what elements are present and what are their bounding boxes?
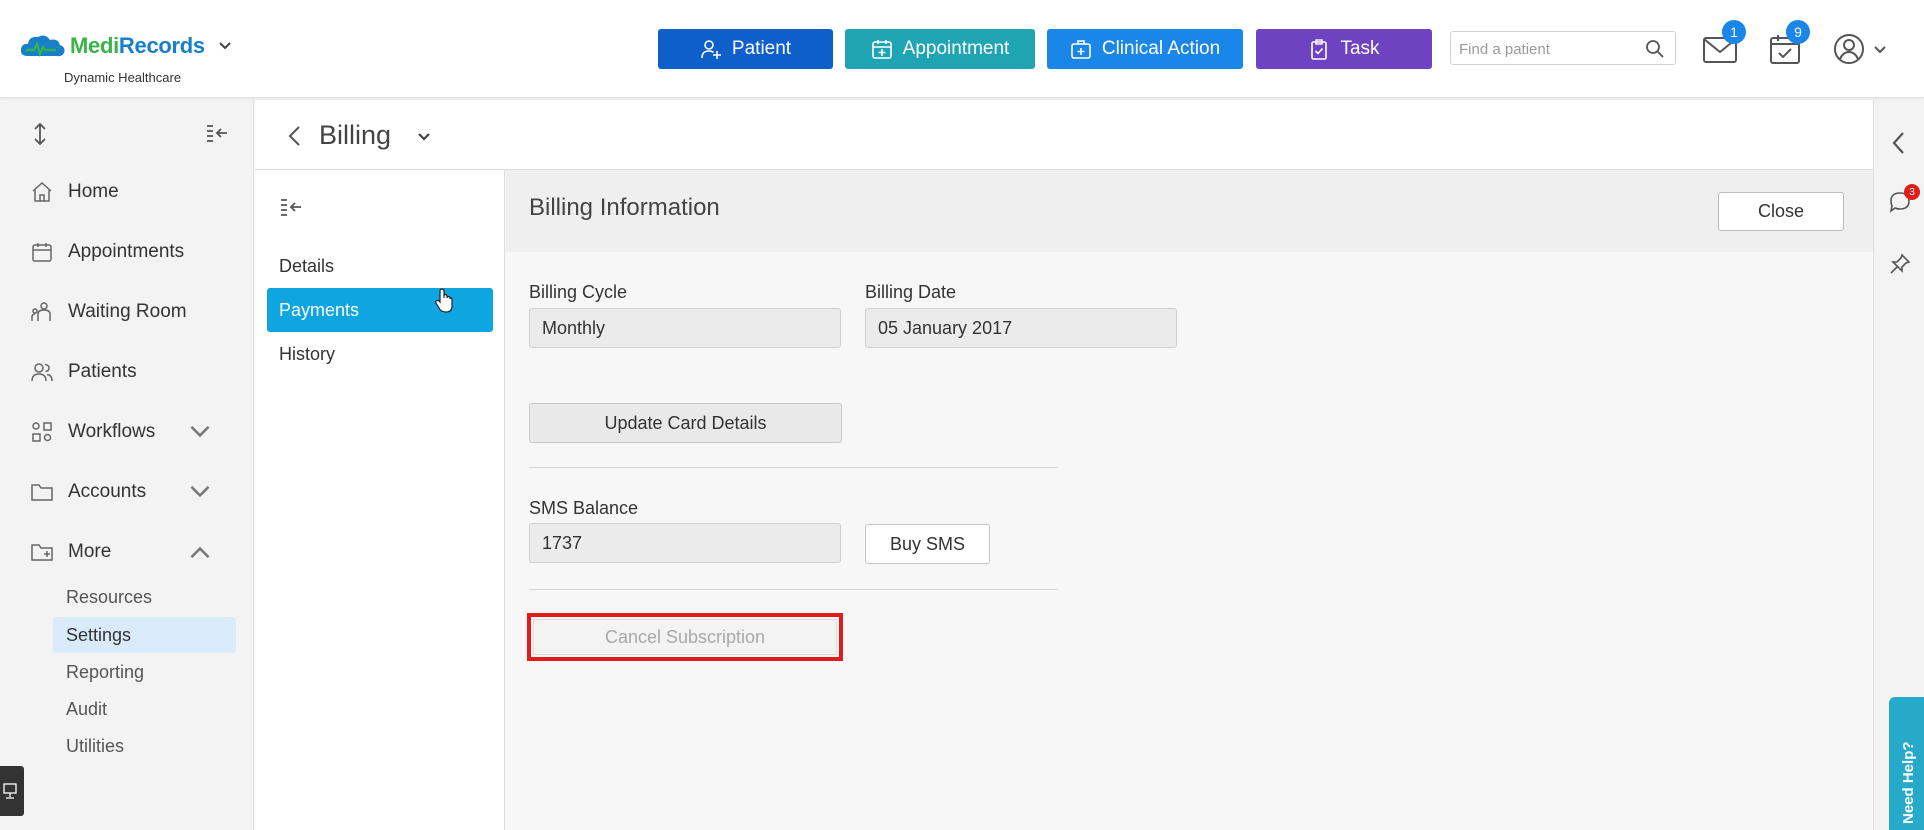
collapse-sidebar-icon[interactable] <box>205 122 229 144</box>
cloud-logo-icon <box>20 35 65 58</box>
cancel-subscription-button[interactable]: Cancel Subscription <box>533 619 837 655</box>
billing-date-label: Billing Date <box>865 282 957 302</box>
calendar-count-badge: 9 <box>1786 20 1810 44</box>
chevron-down-icon[interactable] <box>217 38 233 54</box>
search-input[interactable] <box>1459 38 1639 60</box>
chevron-down-icon <box>190 485 210 498</box>
sidebar-item-workflows[interactable]: Workflows <box>30 420 230 444</box>
brand-name: MediRecords <box>70 33 205 59</box>
sidebar-item-label: Appointments <box>68 241 185 262</box>
sidebar-item-more[interactable]: More <box>30 540 230 564</box>
sidebar-item-label: Home <box>68 181 119 202</box>
folder-icon <box>31 484 53 501</box>
monitor-icon <box>3 783 17 799</box>
sidebar-item-label: More <box>68 541 112 562</box>
sms-balance-label: SMS Balance <box>529 498 639 518</box>
sidebar-item-label: Patients <box>68 361 137 382</box>
need-help-tab[interactable]: Need Help? <box>1889 697 1924 830</box>
buy-sms-button[interactable]: Buy SMS <box>865 524 990 564</box>
billing-cycle-label: Billing Cycle <box>529 282 628 302</box>
workflows-icon <box>32 422 52 442</box>
calendar-icon <box>32 243 52 262</box>
top-header: MediRecords Dynamic Healthcare Patient A… <box>0 0 1924 98</box>
sidebar-item-label: Workflows <box>68 421 156 442</box>
tab-history[interactable]: History <box>267 332 493 376</box>
app-logo[interactable]: MediRecords <box>18 32 233 60</box>
sidebar-item-label: Waiting Room <box>68 301 187 322</box>
user-profile-icon[interactable] <box>1830 30 1868 68</box>
tab-payments[interactable]: Payments <box>267 288 493 332</box>
brand-part-2: Records <box>118 33 205 58</box>
sidebar-item-label: Accounts <box>68 481 147 502</box>
sidebar-subitem-utilities[interactable]: Utilities <box>53 728 236 764</box>
home-icon <box>32 181 52 202</box>
billing-content: Billing Information Close Billing Cycle … <box>506 170 1873 830</box>
clipboard-check-icon <box>1311 39 1328 60</box>
update-card-details-button[interactable]: Update Card Details <box>529 403 842 443</box>
sidebar-item-accounts[interactable]: Accounts <box>30 480 230 504</box>
chevron-down-icon[interactable] <box>1873 43 1887 57</box>
billing-header: Billing Information Close <box>506 170 1873 252</box>
sidebar-item-home[interactable]: Home <box>30 180 230 204</box>
sms-balance-field[interactable]: 1737 <box>529 523 841 563</box>
billing-heading: Billing Information <box>529 194 720 221</box>
sidebar-subitem-audit[interactable]: Audit <box>53 691 236 727</box>
divider <box>529 467 1058 468</box>
clinical-action-button[interactable]: Clinical Action <box>1047 29 1243 69</box>
medical-bag-icon <box>1071 40 1091 59</box>
chevron-down-icon <box>190 425 210 438</box>
highlight-box: Cancel Subscription <box>527 613 843 661</box>
clinical-action-label: Clinical Action <box>1101 38 1221 59</box>
close-button[interactable]: Close <box>1718 192 1844 231</box>
billing-cycle-field[interactable]: Monthly <box>529 308 841 348</box>
new-patient-label: Patient <box>731 38 792 59</box>
new-task-label: Task <box>1340 38 1380 59</box>
sidebar-item-waiting-room[interactable]: Waiting Room <box>30 300 230 324</box>
pin-icon[interactable] <box>1888 252 1912 276</box>
chat-count-badge: 3 <box>1904 184 1920 200</box>
page-header: Billing <box>255 100 1873 170</box>
new-patient-button[interactable]: Patient <box>658 29 833 69</box>
add-user-icon <box>701 40 721 59</box>
main-sidebar: Home Appointments Waiting Room Patients … <box>0 100 254 830</box>
sidebar-item-appointments[interactable]: Appointments <box>30 240 230 264</box>
billing-tabs-panel: Details Payments History <box>255 170 505 830</box>
patient-search[interactable] <box>1450 31 1676 65</box>
sidebar-subitem-resources[interactable]: Resources <box>53 579 236 615</box>
billing-date-field[interactable]: 05 January 2017 <box>865 308 1177 348</box>
sidebar-subitem-settings[interactable]: Settings <box>53 617 236 653</box>
calendar-add-icon <box>871 40 892 59</box>
new-appointment-label: Appointment <box>902 38 1010 59</box>
mail-count-badge: 1 <box>1722 20 1746 44</box>
new-appointment-button[interactable]: Appointment <box>845 29 1035 69</box>
hand-cursor-icon <box>435 288 453 313</box>
practice-name: Dynamic Healthcare <box>64 70 182 85</box>
side-toggle-tab[interactable] <box>0 766 24 816</box>
sidebar-item-patients[interactable]: Patients <box>30 360 230 384</box>
patients-icon <box>31 363 53 382</box>
need-help-label: Need Help? <box>1900 741 1917 824</box>
chevron-down-icon[interactable] <box>415 128 433 146</box>
divider <box>529 589 1058 590</box>
sidebar-subitem-reporting[interactable]: Reporting <box>53 654 236 690</box>
chevron-up-icon <box>190 546 210 559</box>
page-title: Billing <box>319 120 392 150</box>
brand-part-1: Medi <box>70 33 119 58</box>
waiting-room-icon <box>31 302 51 321</box>
collapse-panel-icon[interactable] <box>279 196 303 218</box>
search-icon[interactable] <box>1645 39 1665 59</box>
new-task-button[interactable]: Task <box>1256 29 1432 69</box>
back-arrow-icon[interactable] <box>285 124 305 148</box>
expand-vertical-icon[interactable] <box>30 122 50 146</box>
chevron-left-icon[interactable] <box>1888 130 1910 156</box>
folder-plus-icon <box>31 544 53 561</box>
tab-details[interactable]: Details <box>267 244 493 288</box>
